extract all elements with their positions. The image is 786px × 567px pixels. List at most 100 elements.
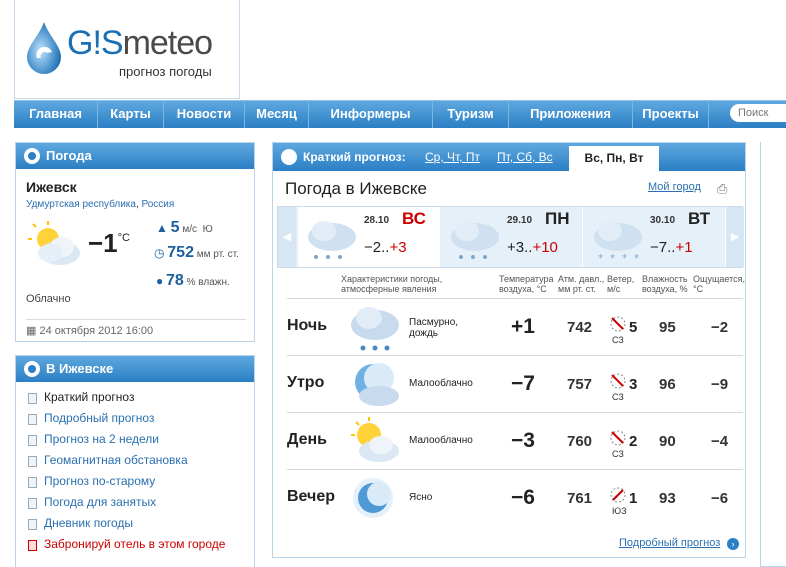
temp-value: −1 [88, 228, 118, 258]
moon-icon [353, 478, 393, 518]
row-period: День [287, 431, 327, 448]
nav-news[interactable]: Новости [164, 101, 245, 128]
snow-cloud-icon: * * * * [594, 221, 642, 263]
wind-direction-icon [610, 487, 626, 503]
my-city-link[interactable]: Мой город [648, 181, 701, 193]
day-temp-range: +3..+10 [507, 239, 558, 256]
gismeteo-small-icon [281, 149, 297, 165]
link-geomagnetic[interactable]: Геомагнитная обстановка [26, 453, 188, 467]
link-busy[interactable]: Погода для занятых [26, 495, 156, 509]
col-head-feels: Ощущается, °C [693, 274, 746, 294]
city-name: Ижевск [26, 179, 77, 195]
humidity-value: 78 [166, 272, 184, 289]
row-temp: −6 [511, 486, 535, 509]
tab-fri-sun[interactable]: Пт, Сб, Вс [497, 150, 553, 164]
tab-sun-tue[interactable]: Вс, Пн, Вт [569, 146, 659, 171]
day-date: 28.10 [364, 215, 390, 226]
temp-unit: °C [117, 232, 130, 244]
row-humidity: 96 [659, 376, 676, 393]
link-diary[interactable]: Дневник погоды [26, 516, 133, 530]
wind-speed: 5 [170, 219, 180, 236]
row-wind-dir: СЗ [612, 335, 624, 345]
row-humidity: 90 [659, 433, 676, 450]
link-old-style[interactable]: Прогноз по-старому [26, 474, 155, 488]
next-days-button[interactable]: ▶ [726, 207, 744, 267]
humidity-unit: % влажн. [186, 277, 230, 288]
link-detailed-forecast[interactable]: Подробный прогноз [26, 411, 154, 425]
rain-cloud-icon [308, 221, 356, 259]
country-link[interactable]: Россия [142, 199, 175, 210]
link-short-forecast[interactable]: Краткий прогноз [26, 390, 134, 404]
pressure-value: 752 [167, 244, 194, 261]
row-wind-dir: СЗ [612, 392, 624, 402]
link-two-weeks[interactable]: Прогноз на 2 недели [26, 432, 159, 446]
day-card[interactable]: 29.10 ПН +3..+10 [441, 207, 583, 267]
col-head-pressure: Атм. давл., мм рт. ст. [558, 274, 605, 294]
observation-date: ▦ 24 октября 2012 16:00 [26, 319, 246, 337]
logo-drop-icon[interactable] [25, 22, 63, 74]
rain-cloud-icon [351, 307, 399, 351]
day-date: 30.10 [650, 215, 676, 226]
row-desc: Ясно [409, 492, 433, 503]
link-hotel[interactable]: Забронируй отель в этом городе [26, 537, 225, 551]
row-feels: −9 [711, 376, 729, 393]
print-icon[interactable]: ⎙ [717, 181, 727, 197]
row-desc: Малооблачно [409, 435, 473, 446]
row-wind: 5 [629, 319, 638, 336]
prev-days-button[interactable]: ◀ [278, 207, 296, 267]
row-pressure: 757 [567, 376, 593, 393]
nav-informers[interactable]: Информеры [309, 101, 433, 128]
row-pressure: 742 [567, 319, 593, 336]
day-temp-high: +1 [675, 239, 693, 256]
col-head-phenomena: Характеристики погоды, атмосферные явлен… [341, 274, 443, 294]
row-period: Вечер [287, 488, 336, 505]
wind-direction-icon [610, 373, 626, 389]
nav-apps[interactable]: Приложения [509, 101, 633, 128]
calendar-icon: ▦ [26, 325, 37, 337]
day-temp-range: −2..+3 [364, 239, 407, 256]
row-desc: Пасмурно, дождь [409, 317, 459, 339]
svg-text:*: * [634, 253, 639, 263]
logo-text[interactable]: G!Smeteo [67, 24, 213, 63]
wind-unit: м/с [182, 224, 198, 235]
row-wind: 2 [629, 433, 638, 450]
row-temp: +1 [511, 315, 535, 338]
pressure-stat: ◷ 752 мм рт. ст. [154, 244, 239, 262]
wind-direction-icon [610, 430, 626, 446]
region-link[interactable]: Удмуртская республика [26, 199, 136, 210]
humidity-stat: ● 78 % влажн. [156, 272, 230, 290]
row-temp: −3 [511, 429, 535, 452]
nav-month[interactable]: Месяц [245, 101, 309, 128]
rain-cloud-icon [451, 221, 499, 259]
row-wind: 3 [629, 376, 638, 393]
forecast-title: Погода в Ижевске [285, 179, 427, 198]
nav-home[interactable]: Главная [14, 101, 98, 128]
detailed-forecast-link[interactable]: Подробный прогноз [619, 537, 720, 549]
col-head-wind: Ветер, м/с [607, 274, 635, 294]
nav-tourism[interactable]: Туризм [433, 101, 509, 128]
row-humidity: 93 [659, 490, 676, 507]
search-input[interactable] [730, 104, 786, 122]
current-weather-panel: Погода Ижевск Удмуртская республика, Рос… [15, 142, 255, 342]
forecast-row: Утро Малооблачно −7 757 3 СЗ 96 −9 [287, 355, 743, 412]
days-strip: ◀ 28.10 ВС −2..+3 29.10 ПН +3..+10 * * * * … [277, 206, 744, 268]
right-column-frame [760, 142, 786, 567]
tab-wed-fri[interactable]: Ср, Чт, Пт [425, 150, 480, 164]
day-temp-high: +3 [389, 239, 407, 256]
day-card[interactable]: 28.10 ВС −2..+3 [298, 207, 440, 267]
day-dow: ВС [402, 209, 426, 228]
day-card[interactable]: * * * * 30.10 ВТ −7..+1 [584, 207, 726, 267]
moon-cloud-icon [355, 363, 399, 406]
nav-maps[interactable]: Карты [98, 101, 164, 128]
day-temp-low: −7 [650, 239, 668, 256]
nav-projects[interactable]: Проекты [633, 101, 709, 128]
wind-dir: Ю [202, 224, 213, 235]
forecast-row: Ночь Пасмурно, дождь +1 742 5 СЗ 95 −2 [287, 298, 743, 355]
row-desc: Малооблачно [409, 378, 473, 389]
day-temp-low: −2 [364, 239, 382, 256]
svg-text:*: * [610, 253, 615, 263]
site-header: G!Smeteo прогноз погоды [14, 0, 240, 99]
arrow-right-icon[interactable]: › [727, 538, 739, 550]
row-feels: −2 [711, 319, 729, 336]
pressure-unit: мм рт. ст. [196, 249, 239, 260]
